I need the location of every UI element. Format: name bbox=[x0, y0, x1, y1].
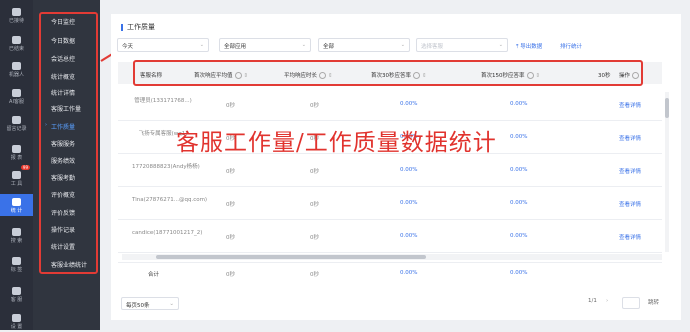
app-select[interactable]: 全部应用 ⌄ bbox=[219, 38, 311, 52]
rail-item[interactable]: 搜 索 bbox=[0, 224, 33, 246]
first-response-avg: 0秒 bbox=[226, 103, 235, 109]
report-icon bbox=[12, 145, 21, 153]
rate-150s: 0.00% bbox=[510, 134, 528, 140]
robot-icon bbox=[12, 62, 21, 70]
chat-icon bbox=[12, 8, 21, 16]
page-indicator: 1/1 bbox=[588, 298, 597, 304]
rate-150s: 0.00% bbox=[510, 167, 528, 173]
rate-150s: 0.00% bbox=[510, 233, 528, 239]
rail-item[interactable]: 机器人 bbox=[0, 58, 33, 80]
rail-item[interactable]: 客 服 bbox=[0, 283, 33, 305]
rail-item[interactable]: AI客服 bbox=[0, 85, 33, 107]
notification-badge: 99 bbox=[20, 165, 30, 170]
rail-item[interactable]: 留言记录 bbox=[0, 112, 33, 134]
subnav-highlight-box bbox=[39, 12, 98, 274]
scroll-thumb[interactable] bbox=[156, 255, 426, 259]
first-response-avg: 0秒 bbox=[226, 235, 235, 241]
rail-item-label: 统 计 bbox=[10, 208, 23, 214]
agent-name: 管理员(133171768...) bbox=[134, 98, 192, 104]
total-first-response: 0秒 bbox=[226, 272, 235, 278]
rail-item-label: 客 服 bbox=[10, 297, 23, 303]
avg-response-time: 0秒 bbox=[310, 202, 319, 208]
rail-item-label: 标 签 bbox=[10, 267, 23, 273]
page-size-select[interactable]: 每页50条 ⌄ bbox=[121, 297, 179, 310]
clock-icon bbox=[12, 36, 21, 44]
header-highlight-box bbox=[133, 60, 643, 86]
date-select[interactable]: 今天 ⌄ bbox=[117, 38, 209, 52]
tool-icon bbox=[12, 171, 21, 179]
agent-select[interactable]: 选择客服 ⌄ bbox=[416, 38, 508, 52]
rail-item-label: 机器人 bbox=[8, 72, 24, 78]
rail-item-label: AI客服 bbox=[9, 99, 24, 105]
page-jump-input[interactable] bbox=[622, 297, 640, 309]
rail-item-label: 搜 索 bbox=[10, 238, 23, 244]
agent-name: Tina(27876271...@qq.com) bbox=[132, 197, 208, 203]
chevron-down-icon: ⌄ bbox=[498, 42, 503, 48]
view-details-link[interactable]: 查看详情 bbox=[619, 200, 641, 208]
total-label: 合计 bbox=[148, 272, 160, 278]
rail-item[interactable]: 统 计 bbox=[0, 194, 33, 216]
total-150s-rate: 0.00% bbox=[510, 270, 528, 276]
chevron-down-icon: ⌄ bbox=[301, 42, 306, 48]
app-rail: 已接待已结束机器人 AI客服留言记录报 表工 具 99 统 计搜 索标 签客 服设 置 bbox=[0, 0, 33, 330]
agent-name: candice(18771001217_2) bbox=[132, 230, 203, 236]
chevron-down-icon: ⌄ bbox=[169, 301, 174, 307]
table-row: 管理员(133171768...) 0秒 0秒 0.00% 0.00% 查看详情 bbox=[118, 88, 662, 121]
total-avg-response: 0秒 bbox=[310, 272, 319, 278]
upload-icon: ⤒ bbox=[516, 44, 519, 50]
rail-item[interactable]: 报 表 bbox=[0, 141, 33, 163]
rank-stats-button[interactable]: 排行统计 bbox=[560, 42, 582, 50]
avg-response-time: 0秒 bbox=[310, 103, 319, 109]
rail-item-label: 设 置 bbox=[10, 324, 23, 330]
tag-icon bbox=[12, 257, 21, 265]
agent-name: 17720888823(Andy杨杨) bbox=[132, 164, 200, 170]
rail-item[interactable]: 工 具 99 bbox=[0, 165, 33, 189]
table-row: 17720888823(Andy杨杨) 0秒 0秒 0.00% 0.00% 查看详情 bbox=[118, 154, 662, 187]
export-button[interactable]: ⤒ 导出数据 bbox=[516, 42, 542, 51]
first-response-avg: 0秒 bbox=[226, 169, 235, 175]
chevron-down-icon: ⌄ bbox=[199, 42, 204, 48]
chevron-down-icon: ⌄ bbox=[400, 42, 405, 48]
rail-item-label: 已接待 bbox=[8, 18, 24, 24]
rail-item[interactable]: 已接待 bbox=[0, 4, 33, 26]
view-details-link[interactable]: 查看详情 bbox=[619, 134, 641, 142]
rate-30s: 0.00% bbox=[400, 200, 418, 206]
total-row: 合计 0秒 0秒 0.00% 0.00% bbox=[118, 262, 662, 284]
rail-item[interactable]: 设 置 bbox=[0, 310, 33, 332]
table-row: Tina(27876271...@qq.com) 0秒 0秒 0.00% 0.00% 查看… bbox=[118, 187, 662, 220]
rate-150s: 0.00% bbox=[510, 101, 528, 107]
avg-response-time: 0秒 bbox=[310, 235, 319, 241]
horizontal-scrollbar[interactable] bbox=[122, 254, 662, 260]
avg-response-time: 0秒 bbox=[310, 169, 319, 175]
first-response-avg: 0秒 bbox=[226, 202, 235, 208]
page-jump-button[interactable]: 跳转 bbox=[648, 298, 659, 306]
stats-icon bbox=[12, 198, 21, 206]
total-30s-rate: 0.00% bbox=[400, 270, 418, 276]
overlay-caption: 客服工作量/工作质量数据统计 bbox=[176, 130, 497, 156]
rate-150s: 0.00% bbox=[510, 200, 528, 206]
view-details-link[interactable]: 查看详情 bbox=[619, 101, 641, 109]
page-title: 工作质量 bbox=[121, 24, 155, 31]
rate-30s: 0.00% bbox=[400, 167, 418, 173]
view-details-link[interactable]: 查看详情 bbox=[619, 233, 641, 241]
search-icon bbox=[12, 228, 21, 236]
ai-icon bbox=[12, 89, 21, 97]
rate-30s: 0.00% bbox=[400, 233, 418, 239]
rail-item-label: 工 具 bbox=[10, 181, 23, 187]
view-details-link[interactable]: 查看详情 bbox=[619, 167, 641, 175]
rail-item-label: 留言记录 bbox=[6, 126, 27, 132]
agent-icon bbox=[12, 287, 21, 295]
table-row: candice(18771001217_2) 0秒 0秒 0.00% 0.00% 查看详情 bbox=[118, 220, 662, 253]
rail-item-label: 已结束 bbox=[8, 46, 24, 52]
rail-item-label: 报 表 bbox=[10, 155, 23, 161]
rail-item[interactable]: 已结束 bbox=[0, 32, 33, 54]
vertical-scrollbar[interactable] bbox=[665, 92, 669, 252]
rate-30s: 0.00% bbox=[400, 101, 418, 107]
gear-icon bbox=[12, 314, 21, 322]
channel-select[interactable]: 全部 ⌄ bbox=[318, 38, 410, 52]
next-page-button[interactable]: › bbox=[606, 298, 608, 304]
scroll-thumb[interactable] bbox=[665, 98, 669, 118]
message-icon bbox=[12, 116, 21, 124]
rail-item[interactable]: 标 签 bbox=[0, 253, 33, 275]
